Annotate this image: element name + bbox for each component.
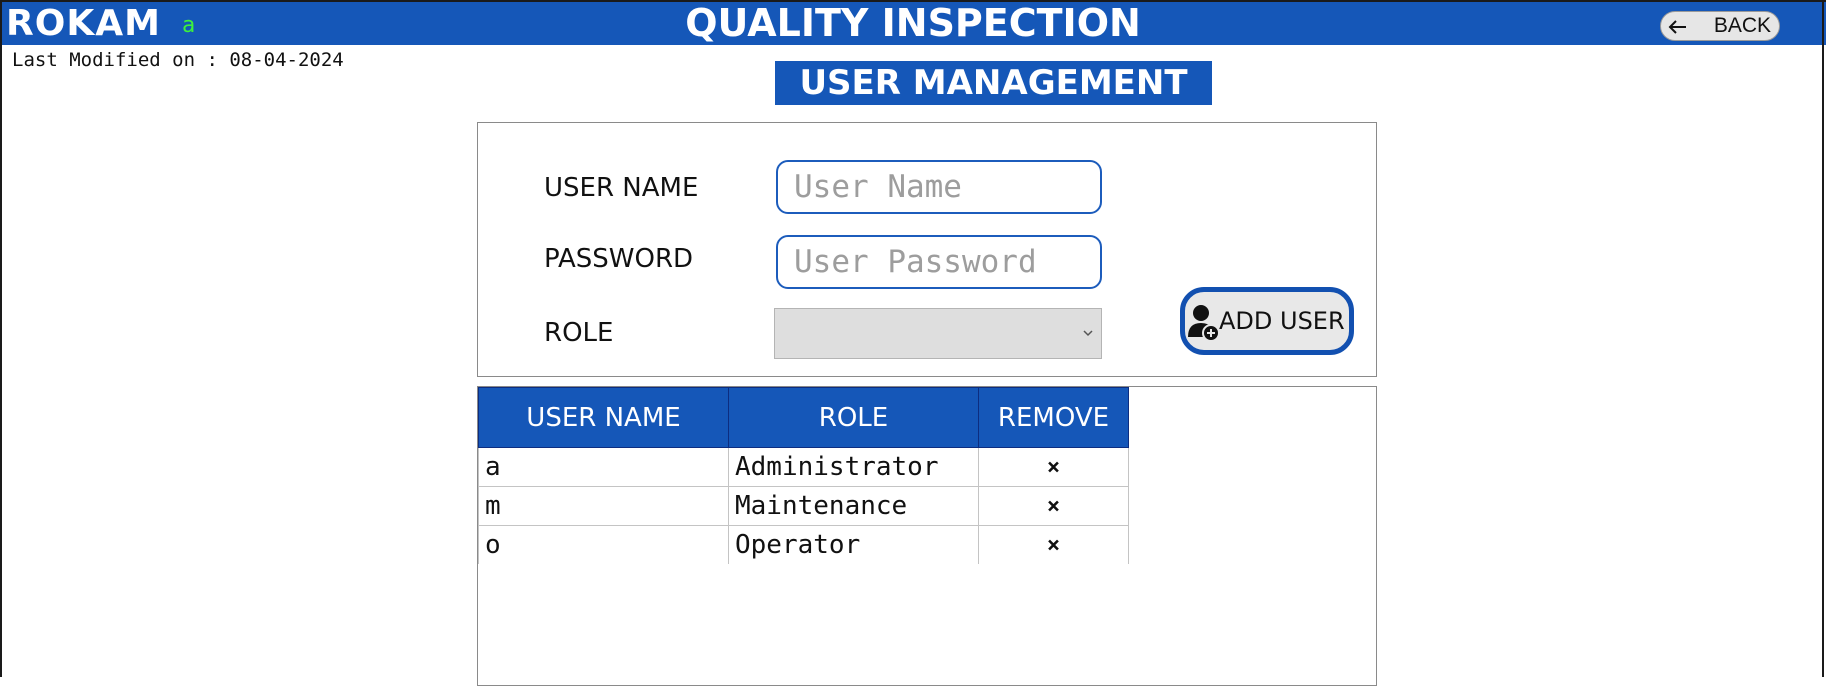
user-role-cell: Administrator	[728, 447, 979, 487]
column-header-user-name: USER NAME	[478, 387, 729, 448]
remove-user-close-icon[interactable]: ×	[978, 486, 1129, 526]
chevron-down-icon	[1083, 330, 1093, 337]
app-title: QUALITY INSPECTION	[685, 1, 1141, 45]
last-modified-text: Last Modified on : 08-04-2024	[12, 49, 344, 71]
user-name-cell: m	[478, 486, 729, 526]
back-button-label: BACK	[1713, 14, 1771, 37]
remove-user-close-icon[interactable]: ×	[978, 525, 1129, 564]
remove-user-close-icon[interactable]: ×	[978, 447, 1129, 487]
title-bar: ROKAM a QUALITY INSPECTION BACK	[0, 0, 1826, 45]
user-name-cell: o	[478, 525, 729, 564]
password-input[interactable]	[776, 235, 1102, 289]
page-title: USER MANAGEMENT	[775, 61, 1212, 105]
role-dropdown[interactable]	[774, 308, 1102, 359]
add-user-form: USER NAME PASSWORD ROLE ADD USER	[477, 122, 1377, 377]
password-label: PASSWORD	[544, 244, 694, 274]
add-user-button[interactable]: ADD USER	[1180, 287, 1354, 355]
table-row: a Administrator ×	[478, 447, 1129, 487]
user-name-cell: a	[478, 447, 729, 487]
user-add-icon	[1188, 305, 1220, 342]
back-button[interactable]: BACK	[1660, 11, 1780, 41]
arrow-left-icon	[1668, 20, 1686, 34]
users-table-panel: USER NAME ROLE REMOVE a Administrator × …	[477, 386, 1377, 686]
table-header-row: USER NAME ROLE REMOVE	[478, 387, 1129, 448]
role-label: ROLE	[544, 318, 614, 348]
users-table: USER NAME ROLE REMOVE a Administrator × …	[478, 387, 1129, 564]
column-header-role: ROLE	[728, 387, 979, 448]
column-header-remove: REMOVE	[978, 387, 1129, 448]
user-role-cell: Maintenance	[728, 486, 979, 526]
table-row: o Operator ×	[478, 525, 1129, 564]
username-label: USER NAME	[544, 173, 699, 203]
table-row: m Maintenance ×	[478, 486, 1129, 526]
username-input[interactable]	[776, 160, 1102, 214]
add-user-button-label: ADD USER	[1219, 307, 1345, 335]
user-role-cell: Operator	[728, 525, 979, 564]
